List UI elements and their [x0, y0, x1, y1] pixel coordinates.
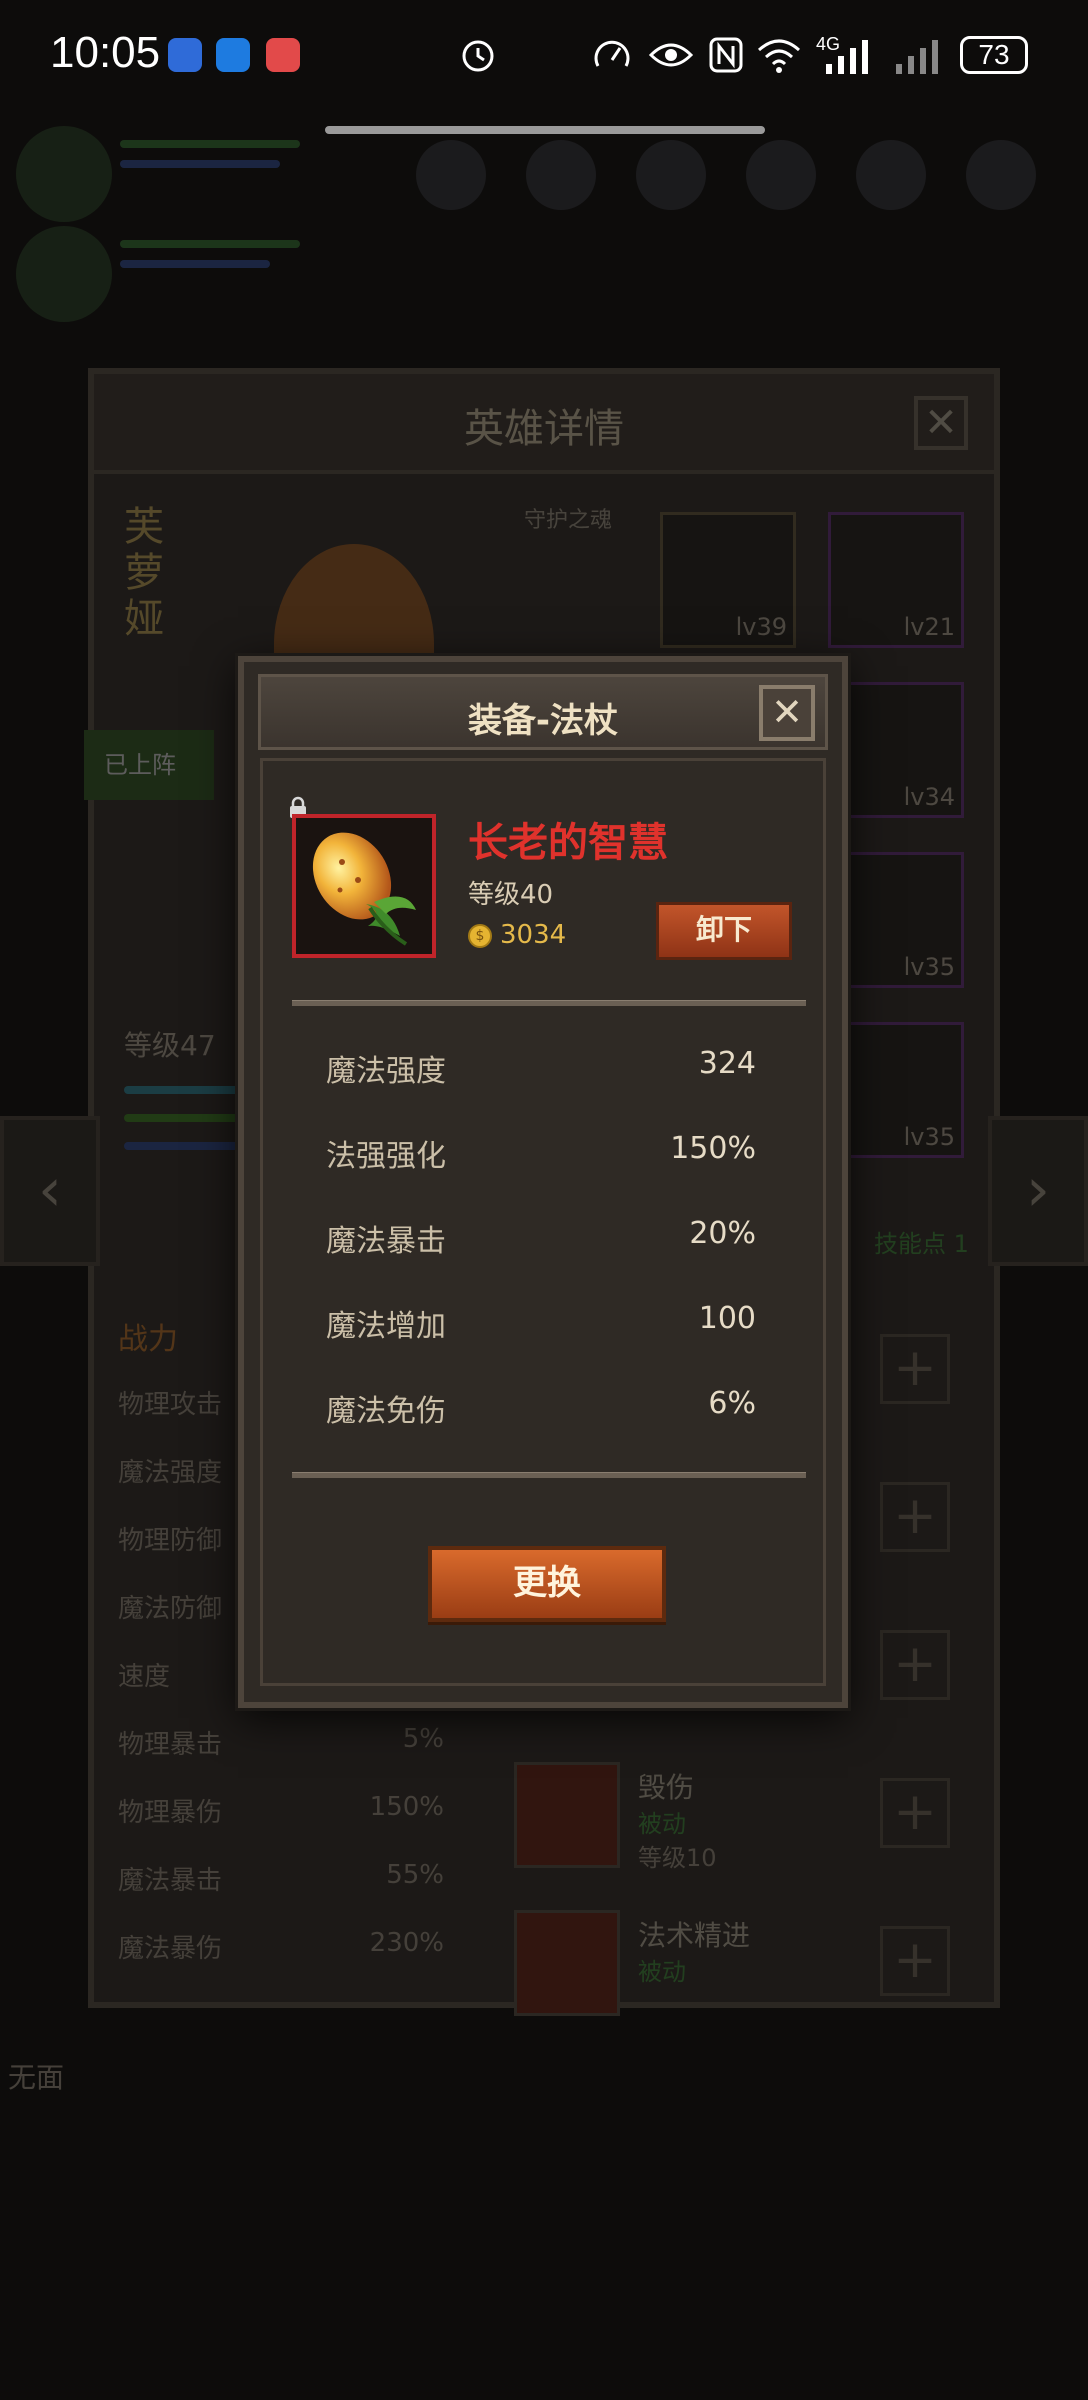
none-label: 无面 — [8, 2061, 65, 2094]
next-hero-arrow[interactable]: › — [988, 1116, 1088, 1266]
hp-bar — [120, 240, 300, 248]
stat-label: 魔法暴击 — [118, 1866, 223, 1896]
equipment-level: lv35 — [903, 953, 955, 981]
add-skill-button[interactable]: + — [880, 1482, 950, 1552]
add-skill-button[interactable]: + — [880, 1778, 950, 1848]
item-name: 长老的智慧 — [468, 820, 668, 866]
stat-label: 物理防御 — [118, 1526, 223, 1556]
mp-bar — [120, 260, 270, 268]
item-level: 等级40 — [468, 880, 554, 910]
hp-bar — [120, 140, 300, 148]
stat-value: 150% — [670, 1131, 756, 1166]
previous-hero-arrow[interactable]: ‹ — [0, 1116, 100, 1266]
skill-name: 毁伤 — [638, 1771, 695, 1804]
stat-value: 5% — [402, 1724, 444, 1754]
stat-value: 230% — [369, 1928, 444, 1958]
skill-points: 技能点 1 — [874, 1230, 969, 1258]
stat-label: 物理攻击 — [118, 1390, 223, 1420]
divider — [292, 1000, 806, 1006]
skill-slot-icon — [416, 140, 486, 210]
mp-bar — [120, 160, 280, 168]
hero-detail-header: 英雄详情 ✕ — [94, 374, 994, 474]
skill-level: 等级10 — [638, 1844, 717, 1872]
stat-label: 魔法免伤 — [326, 1394, 446, 1429]
equipment-slot-ring[interactable]: lv35 — [828, 852, 964, 988]
stat-label: 物理暴伤 — [118, 1798, 223, 1828]
stat-value: 55% — [386, 1860, 444, 1890]
destruction-skill-icon — [514, 1762, 620, 1868]
equipment-slot-amulet[interactable]: lv21 — [828, 512, 964, 648]
skill-name: 法术精进 — [638, 1919, 751, 1952]
skill-slot-icon — [636, 140, 706, 210]
combat-power-label: 战力 — [118, 1322, 178, 1357]
stat-value: 324 — [698, 1046, 756, 1081]
skill-slot-icon — [746, 140, 816, 210]
hero-name: 芙萝娅 — [124, 504, 164, 642]
hero-detail-close-button[interactable]: ✕ — [914, 396, 968, 450]
equipment-level: lv35 — [903, 1123, 955, 1151]
stat-label: 魔法强度 — [326, 1054, 446, 1089]
equipment-level: lv34 — [903, 783, 955, 811]
hero-detail-title: 英雄详情 — [464, 406, 624, 452]
item-icon-frame[interactable] — [292, 814, 436, 958]
equipment-slot-armor[interactable]: lv34 — [828, 682, 964, 818]
add-skill-button[interactable]: + — [880, 1926, 950, 1996]
golden-seed-staff-icon — [312, 832, 416, 946]
stat-label: 物理暴击 — [118, 1730, 223, 1760]
skill-slot-icon — [856, 140, 926, 210]
stat-value: 100 — [698, 1301, 756, 1336]
deployed-tag: 已上阵 — [84, 730, 214, 800]
equipment-dialog: 装备-法杖 ✕ 长老的智慧 等级40 $ 3034 卸下 魔法强度 324 法强… — [238, 656, 848, 1708]
stat-label: 魔法增加 — [326, 1309, 446, 1344]
replace-button[interactable]: 更换 — [428, 1546, 666, 1622]
stat-value: 20% — [689, 1216, 756, 1251]
divider — [292, 1472, 806, 1478]
hero-avatar — [16, 126, 112, 222]
dialog-header: 装备-法杖 ✕ — [258, 674, 828, 750]
add-skill-button[interactable]: + — [880, 1630, 950, 1700]
equipment-level: lv39 — [735, 613, 787, 641]
skill-type: 被动 — [638, 1958, 686, 1986]
equipment-level: lv21 — [903, 613, 955, 641]
close-button[interactable]: ✕ — [759, 685, 815, 741]
spell-mastery-skill-icon — [514, 1910, 620, 2016]
gold-coin-icon: $ — [468, 924, 492, 948]
stat-label: 魔法强度 — [118, 1458, 223, 1488]
stat-label: 法强强化 — [326, 1139, 446, 1174]
item-price: 3034 — [500, 920, 567, 950]
stat-label: 魔法暴击 — [326, 1224, 446, 1259]
stat-label: 魔法暴伤 — [118, 1934, 223, 1964]
stat-value: 150% — [369, 1792, 444, 1822]
equipment-slot-helmet[interactable]: lv39 — [660, 512, 796, 648]
stat-value: 6% — [708, 1386, 756, 1421]
add-skill-button[interactable]: + — [880, 1334, 950, 1404]
skill-slot-icon — [966, 140, 1036, 210]
guard-soul-label: 守护之魂 — [524, 508, 613, 533]
unequip-button[interactable]: 卸下 — [656, 902, 792, 960]
hero-avatar — [16, 226, 112, 322]
stat-label: 魔法防御 — [118, 1594, 223, 1624]
equipment-slot-shield[interactable]: lv35 — [828, 1022, 964, 1158]
skill-slot-icon — [526, 140, 596, 210]
stat-label: 速度 — [118, 1662, 171, 1692]
hero-level: 等级47 — [124, 1029, 216, 1062]
dialog-title: 装备-法杖 — [467, 701, 619, 741]
skill-type: 被动 — [638, 1810, 686, 1838]
